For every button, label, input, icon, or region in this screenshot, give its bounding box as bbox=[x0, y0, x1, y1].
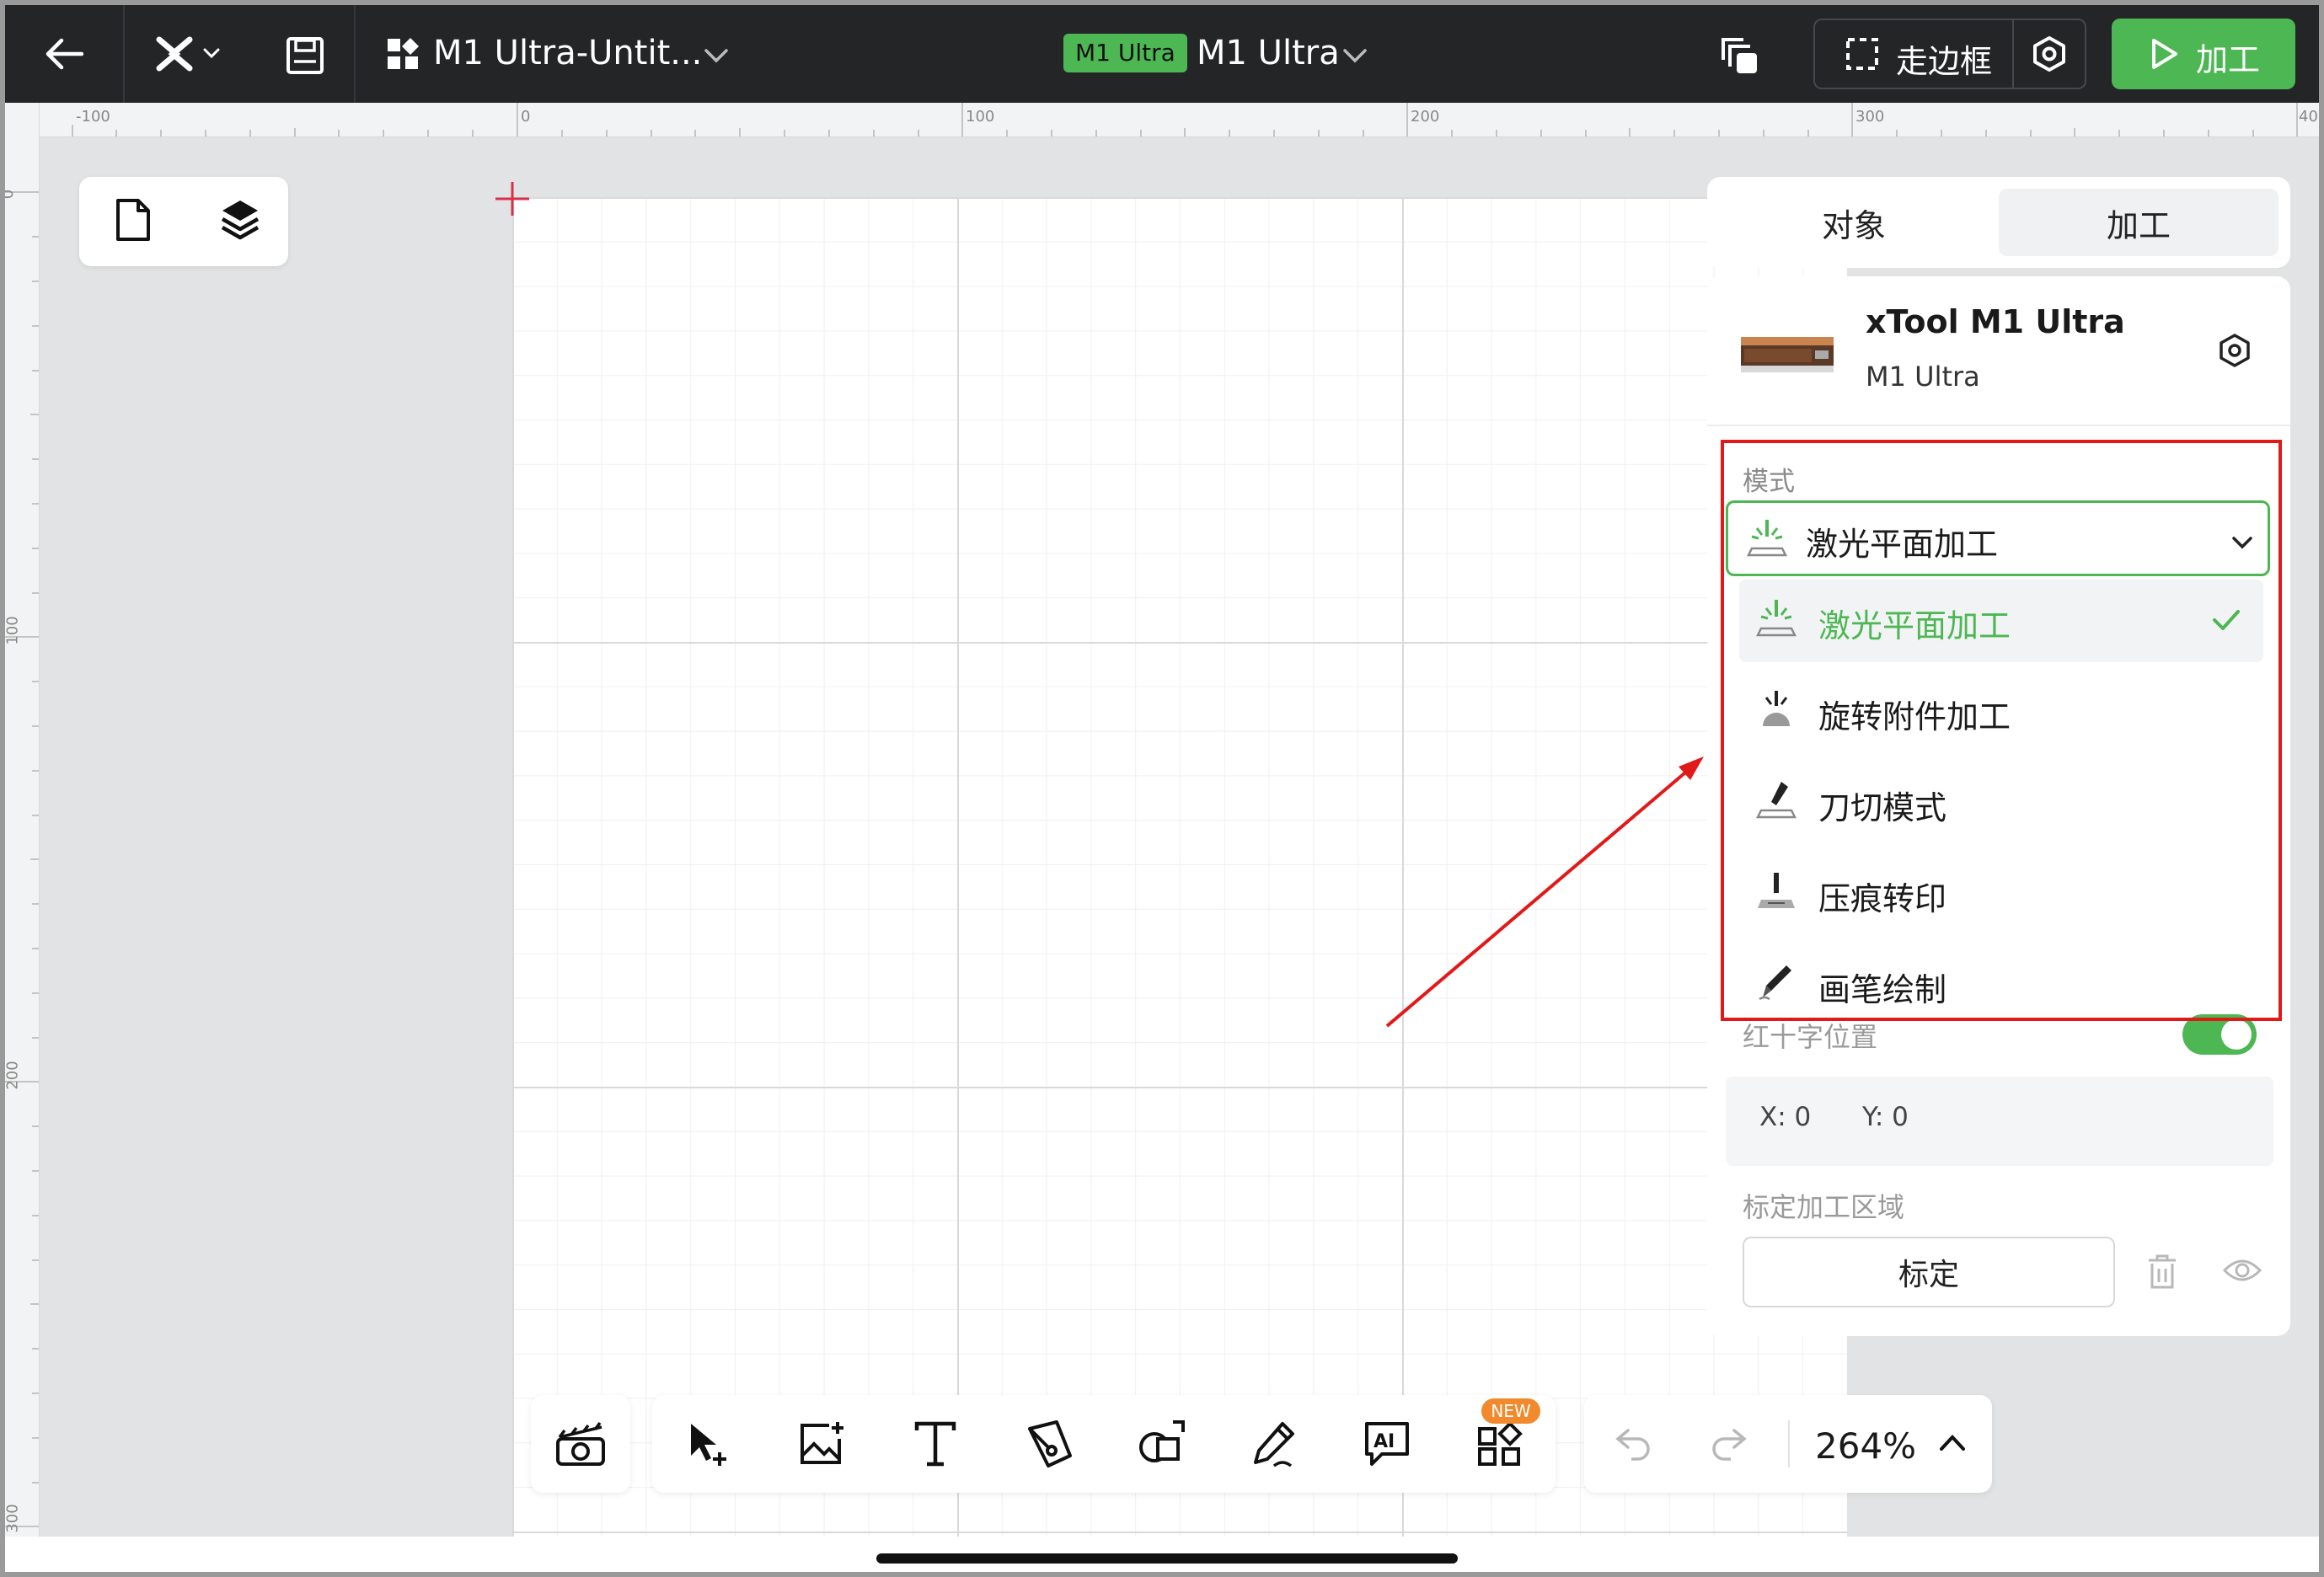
zoom-level[interactable]: 264% bbox=[1815, 1425, 1916, 1467]
tab-object[interactable]: 对象 bbox=[1719, 189, 1989, 256]
ruler-label: -100 bbox=[76, 108, 110, 126]
camera-group bbox=[531, 1395, 630, 1493]
tab-process-label: 加工 bbox=[2106, 206, 2171, 244]
ruler-label: 0 bbox=[5, 190, 17, 199]
tab-process[interactable]: 加工 bbox=[1999, 189, 2278, 256]
ruler-label: 0 bbox=[521, 108, 531, 126]
device-name[interactable]: M1 Ultra bbox=[1197, 34, 1340, 72]
history-zoom-group bbox=[1584, 1395, 1992, 1493]
separator bbox=[2012, 20, 2014, 88]
red-cross-marker-icon bbox=[495, 182, 529, 216]
save-button[interactable] bbox=[283, 34, 327, 78]
toggle-knob bbox=[2221, 1019, 2252, 1050]
camera-capture-icon[interactable] bbox=[554, 1419, 607, 1467]
machine-title: xTool M1 Ultra bbox=[1866, 303, 2125, 340]
select-add-icon[interactable] bbox=[683, 1419, 733, 1469]
copy-layers-icon bbox=[1722, 38, 1757, 73]
settings-hexagon-icon[interactable] bbox=[2031, 35, 2068, 72]
machine-subtitle: M1 Ultra bbox=[1866, 361, 1980, 393]
calibrate-button[interactable]: 标定 bbox=[1743, 1237, 2115, 1307]
pen-tool-icon[interactable] bbox=[1023, 1419, 1074, 1469]
ruler-label: 300 bbox=[5, 1504, 22, 1533]
ruler-corner bbox=[5, 103, 39, 136]
app-window: M1 Ultra-Untit... M1 Ultra M1 Ultra 走边框 bbox=[5, 5, 2319, 1572]
chevron-down-icon[interactable] bbox=[703, 47, 730, 66]
new-badge: NEW bbox=[1481, 1398, 1540, 1424]
separator bbox=[1788, 1420, 1790, 1467]
dashboard-icon bbox=[388, 38, 419, 69]
ruler-label: 300 bbox=[1855, 108, 1885, 126]
ruler-label: 200 bbox=[5, 1061, 22, 1090]
ruler-label: 400 bbox=[2299, 108, 2319, 126]
file-icon[interactable] bbox=[115, 197, 152, 243]
ai-generate-icon[interactable]: AI bbox=[1362, 1419, 1412, 1469]
ruler-label: 200 bbox=[1411, 108, 1440, 126]
ruler-ticks bbox=[72, 103, 2298, 136]
divider bbox=[1707, 425, 2290, 426]
shapes-icon[interactable] bbox=[1136, 1419, 1186, 1469]
process-label: 加工 bbox=[2196, 41, 2261, 78]
arrow-left-icon bbox=[46, 38, 83, 70]
text-tool-icon[interactable] bbox=[910, 1419, 961, 1469]
layers-icon[interactable] bbox=[219, 197, 261, 243]
settings-hexagon-icon[interactable] bbox=[2216, 332, 2253, 369]
tab-object-label: 对象 bbox=[1821, 206, 1886, 244]
app-menu-button[interactable] bbox=[150, 30, 234, 78]
save-icon bbox=[286, 37, 324, 74]
svg-text:AI: AI bbox=[1374, 1431, 1395, 1452]
trash-icon[interactable] bbox=[2145, 1254, 2179, 1291]
x-coordinate: X: 0 bbox=[1759, 1102, 1812, 1132]
frame-button[interactable]: 走边框 bbox=[1813, 19, 2086, 89]
top-bar: M1 Ultra-Untit... M1 Ultra M1 Ultra 走边框 bbox=[5, 5, 2319, 103]
chevron-down-icon[interactable] bbox=[1341, 47, 1368, 66]
undo-icon[interactable] bbox=[1614, 1427, 1652, 1461]
calibrate-button-label: 标定 bbox=[1898, 1258, 1959, 1292]
panel-tabs: 对象 加工 bbox=[1707, 177, 2290, 268]
ruler-ticks bbox=[5, 191, 39, 1527]
xtool-logo-icon bbox=[156, 36, 220, 72]
ruler-left: 0 100 200 300 bbox=[5, 103, 40, 1572]
cross-position-coordinates: X: 0 Y: 0 bbox=[1726, 1077, 2273, 1166]
redo-icon[interactable] bbox=[1711, 1427, 1748, 1461]
separator bbox=[354, 5, 356, 103]
chevron-up-icon[interactable] bbox=[1938, 1432, 1967, 1452]
eye-icon[interactable] bbox=[2223, 1255, 2262, 1286]
back-button[interactable] bbox=[39, 30, 89, 78]
ruler-label: 100 bbox=[966, 108, 995, 126]
add-image-icon[interactable] bbox=[797, 1419, 848, 1469]
home-indicator bbox=[876, 1553, 1458, 1564]
pencil-draw-icon[interactable] bbox=[1249, 1419, 1299, 1469]
play-icon bbox=[2152, 39, 2177, 69]
calibration-label: 标定加工区域 bbox=[1743, 1191, 1905, 1223]
left-tool-panel bbox=[79, 177, 288, 266]
y-coordinate: Y: 0 bbox=[1862, 1102, 1909, 1132]
machine-thumbnail bbox=[1741, 337, 1834, 372]
ruler-label: 100 bbox=[5, 616, 22, 645]
work-canvas[interactable] bbox=[512, 197, 1847, 1537]
frame-label: 走边框 bbox=[1896, 43, 1993, 80]
frame-dashed-icon bbox=[1846, 38, 1878, 70]
cross-position-label: 红十字位置 bbox=[1743, 1021, 1878, 1053]
process-button[interactable]: 加工 bbox=[2112, 19, 2295, 89]
drawing-toolbar: AI bbox=[652, 1395, 1556, 1493]
copy-button[interactable] bbox=[1716, 32, 1763, 79]
apps-grid-icon[interactable] bbox=[1475, 1419, 1525, 1469]
ruler-top: -100 0 100 200 300 400 bbox=[39, 103, 2319, 137]
project-switcher[interactable] bbox=[384, 35, 421, 72]
project-name[interactable]: M1 Ultra-Untit... bbox=[433, 34, 702, 72]
separator bbox=[123, 5, 125, 103]
device-badge: M1 Ultra bbox=[1063, 34, 1187, 72]
annotation-highlight-box bbox=[1721, 440, 2282, 1021]
